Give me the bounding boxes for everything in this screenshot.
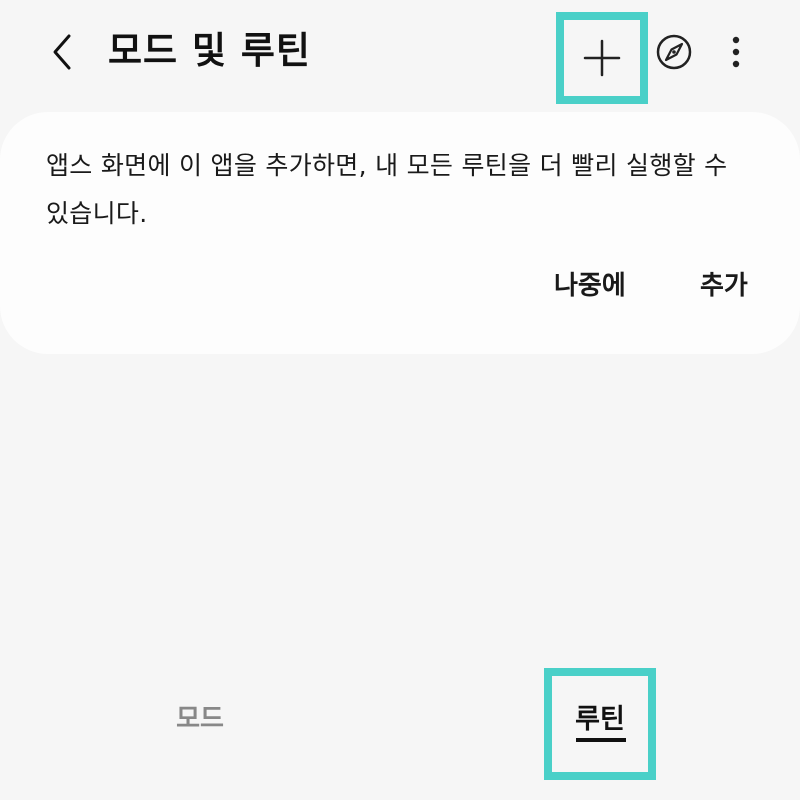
add-routine-button[interactable]: [556, 12, 648, 104]
page-title: 모드 및 루틴: [108, 29, 311, 72]
add-to-apps-card: 앱스 화면에 이 앱을 추가하면, 내 모든 루틴을 더 빨리 실행할 수 있습…: [0, 112, 800, 354]
back-button[interactable]: [38, 28, 86, 76]
more-vertical-icon: [732, 36, 740, 68]
tab-modes-label: 모드: [176, 703, 224, 734]
app-header: 모드 및 루틴: [0, 0, 800, 110]
card-message: 앱스 화면에 이 앱을 추가하면, 내 모든 루틴을 더 빨리 실행할 수 있습…: [46, 151, 728, 228]
tab-routines[interactable]: 루틴: [544, 668, 656, 780]
compass-icon: [656, 34, 692, 70]
plus-icon: [583, 39, 621, 77]
more-options-button[interactable]: [716, 30, 756, 74]
add-to-apps-button[interactable]: 추가: [700, 262, 748, 310]
tab-modes[interactable]: 모드: [150, 684, 250, 748]
chevron-left-icon: [53, 34, 71, 70]
discover-button[interactable]: [652, 30, 696, 74]
tab-selected-indicator: [576, 738, 626, 742]
tab-routines-label: 루틴: [575, 704, 625, 735]
later-button[interactable]: 나중에: [554, 262, 626, 310]
